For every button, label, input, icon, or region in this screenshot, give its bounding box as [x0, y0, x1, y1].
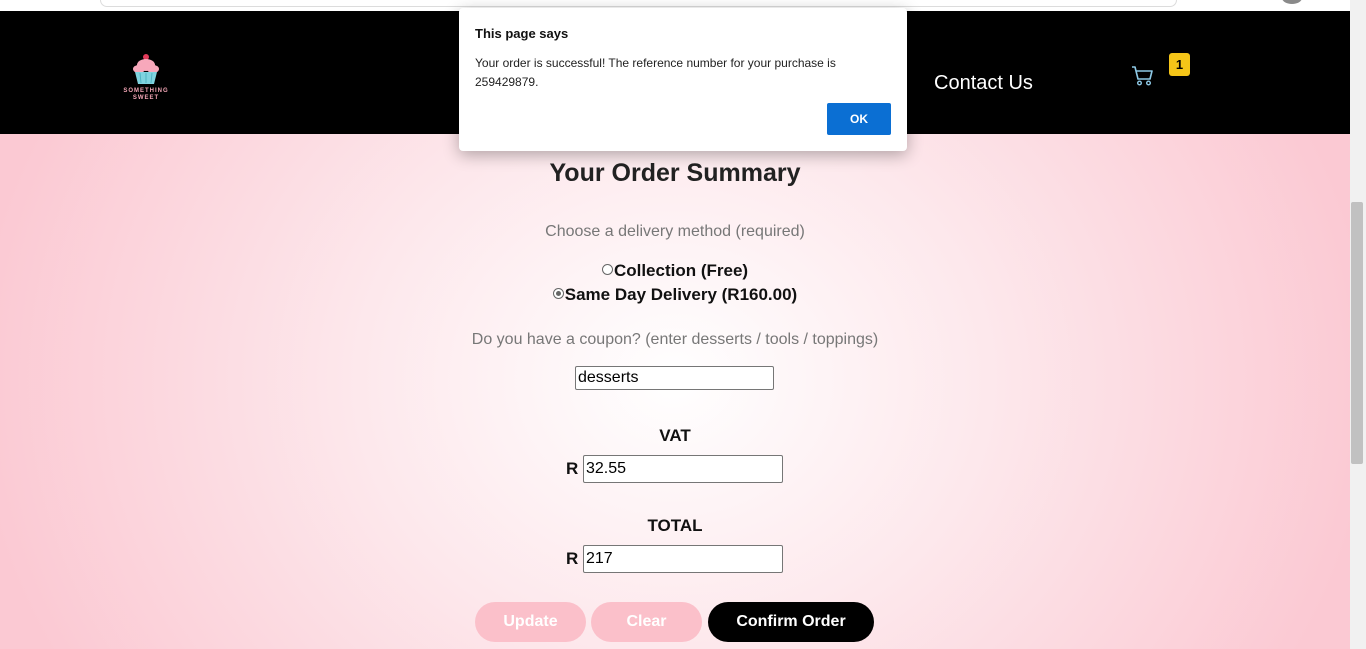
update-button[interactable]: Update — [475, 602, 586, 642]
total-field[interactable]: 217 — [583, 545, 783, 573]
browser-address-bar[interactable] — [100, 0, 1177, 7]
alert-dialog: This page says Your order is successful!… — [459, 8, 907, 151]
clear-button[interactable]: Clear — [591, 602, 702, 642]
confirm-order-button[interactable]: Confirm Order — [708, 602, 874, 642]
delivery-option-label: Collection (Free) — [613, 261, 749, 280]
coupon-input[interactable]: desserts — [575, 366, 774, 390]
brand-logo[interactable]: SOMETHING SWEET — [118, 51, 174, 107]
page-title: Your Order Summary — [549, 159, 801, 187]
radio-collection[interactable] — [601, 264, 613, 275]
dialog-ok-button[interactable]: OK — [827, 103, 891, 135]
radio-same-day[interactable] — [552, 288, 564, 299]
cupcake-icon — [133, 54, 159, 84]
cart-count-badge: 1 — [1169, 53, 1190, 76]
nav-contact-us[interactable]: Contact Us — [934, 72, 1033, 95]
vat-field[interactable]: 32.55 — [583, 455, 783, 483]
scrollbar-thumb[interactable] — [1351, 202, 1363, 464]
brand-logo-text: SOMETHING SWEET — [123, 88, 169, 101]
delivery-prompt: Choose a delivery method (required) — [545, 223, 805, 240]
cart-icon[interactable] — [1131, 65, 1155, 92]
vat-label: VAT — [659, 426, 691, 445]
vat-currency: R — [566, 459, 579, 478]
coupon-prompt: Do you have a coupon? (enter desserts / … — [471, 331, 879, 348]
dialog-title: This page says — [475, 26, 569, 41]
dialog-message: Your order is successful! The reference … — [475, 56, 836, 89]
delivery-option-collection[interactable]: Collection (Free) — [0, 261, 1350, 281]
total-label: TOTAL — [647, 516, 703, 535]
delivery-option-label: Same Day Delivery (R160.00) — [564, 285, 798, 304]
total-currency: R — [566, 549, 579, 568]
delivery-option-same-day[interactable]: Same Day Delivery (R160.00) — [0, 285, 1350, 305]
